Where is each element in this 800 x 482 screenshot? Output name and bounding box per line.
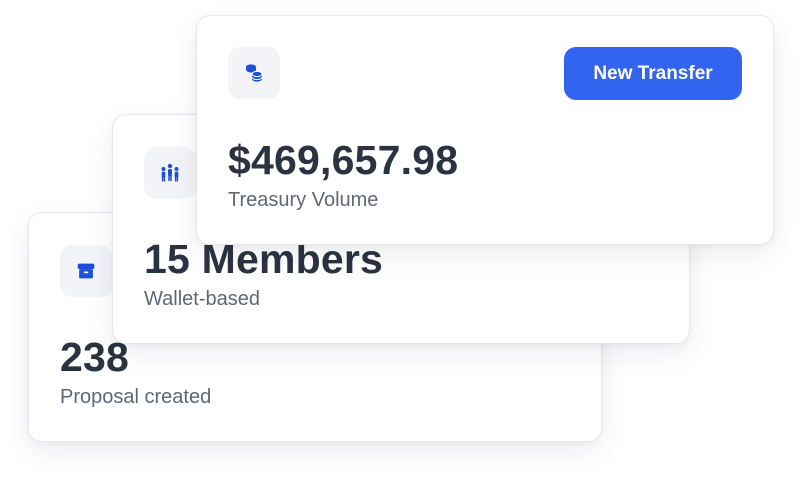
stacked-stat-cards: 238 Proposal created 15 Members Wallet-b… xyxy=(0,0,800,482)
people-icon-container xyxy=(144,147,196,199)
treasury-volume-label: Treasury Volume xyxy=(228,189,379,211)
new-transfer-button[interactable]: New Transfer xyxy=(564,47,742,100)
people-icon xyxy=(161,163,179,182)
coins-icon-container xyxy=(228,47,280,99)
box-icon-container xyxy=(60,245,112,297)
member-count: 15 Members xyxy=(144,236,384,282)
proposal-count: 238 xyxy=(60,334,130,380)
proposal-label: Proposal created xyxy=(60,386,212,408)
coins-icon xyxy=(245,64,263,82)
treasury-card: New Transfer $469,657.98 Treasury Volume xyxy=(196,15,774,245)
box-icon xyxy=(77,263,95,279)
member-label: Wallet-based xyxy=(144,288,260,310)
treasury-volume-value: $469,657.98 xyxy=(228,137,459,183)
